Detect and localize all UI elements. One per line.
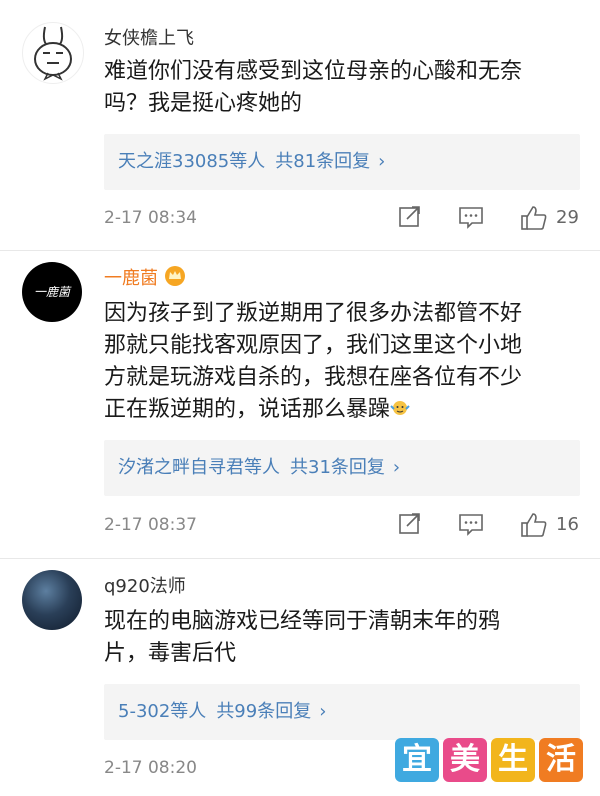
comment-text-line: 片，毒害后代 <box>104 641 237 666</box>
share-icon[interactable] <box>398 511 422 539</box>
comment-meta: 2-17 08:37 16 <box>104 511 584 539</box>
divider <box>0 250 600 251</box>
bunny-face-icon <box>34 26 72 81</box>
watermark-char: 美 <box>443 738 487 782</box>
comment-text-line: 难道你们没有感受到这位母亲的心酸和无奈 <box>104 59 523 84</box>
comment-text: 现在的电脑游戏已经等同于清朝末年的鸦 片，毒害后代 <box>104 606 584 670</box>
like-count: 16 <box>556 514 579 535</box>
reply-count: 共31条回复 <box>290 457 385 478</box>
replies-summary[interactable]: 汐渚之畔自寻君等人 共31条回复 › <box>104 440 580 496</box>
reply-names: 5-302等人 <box>118 701 207 722</box>
watermark-char: 活 <box>539 738 583 782</box>
avatar-q920[interactable] <box>22 570 82 630</box>
crown-icon <box>164 265 186 287</box>
timestamp: 2-17 08:37 <box>104 515 197 535</box>
username[interactable]: 一鹿菌 <box>104 264 186 290</box>
divider <box>0 558 600 559</box>
comment-icon[interactable] <box>458 511 484 539</box>
reply-names: 天之涯33085等人 <box>118 151 266 172</box>
username[interactable]: q920法师 <box>104 572 186 598</box>
replies-summary[interactable]: 天之涯33085等人 共81条回复 › <box>104 134 580 190</box>
shrug-emoji-icon <box>390 396 410 416</box>
comment-text-line: 吗？我是挺心疼她的 <box>104 91 303 116</box>
comment-text-line: 正在叛逆期的，说话那么暴躁 <box>104 394 584 426</box>
comment-text-line: 方就是玩游戏自杀的，我想在座各位有不少 <box>104 365 523 390</box>
comment-text-line: 那就只能找客观原因了，我们这里这个小地 <box>104 333 523 358</box>
comment-1: 女侠檐上飞 难道你们没有感受到这位母亲的心酸和无奈 吗？我是挺心疼她的 天之涯3… <box>0 0 600 248</box>
comment-text: 因为孩子到了叛逆期用了很多办法都管不好 那就只能找客观原因了，我们这里这个小地 … <box>104 298 584 426</box>
chevron-right-icon: › <box>319 701 327 722</box>
like-count: 29 <box>556 207 579 228</box>
avatar-text: 一鹿菌 <box>33 285 70 299</box>
username[interactable]: 女侠檐上飞 <box>104 24 194 50</box>
comment-text: 难道你们没有感受到这位母亲的心酸和无奈 吗？我是挺心疼她的 <box>104 56 584 120</box>
reply-count: 共99条回复 <box>216 701 312 722</box>
replies-summary[interactable]: 5-302等人 共99条回复 › <box>104 684 580 740</box>
avatar-bunny[interactable] <box>22 22 84 84</box>
watermark-char: 生 <box>491 738 535 782</box>
username-text: 一鹿菌 <box>104 268 158 289</box>
comment-text-line: 现在的电脑游戏已经等同于清朝末年的鸦 <box>104 609 501 634</box>
avatar-yiluojun[interactable]: 一鹿菌 <box>22 262 82 322</box>
chevron-right-icon: › <box>378 151 386 172</box>
reply-names: 汐渚之畔自寻君等人 <box>118 457 280 478</box>
timestamp: 2-17 08:34 <box>104 208 197 228</box>
timestamp: 2-17 08:20 <box>104 758 197 778</box>
comment-icon[interactable] <box>458 204 484 232</box>
chevron-right-icon: › <box>392 457 401 478</box>
comment-text-span: 正在叛逆期的，说话那么暴躁 <box>104 397 391 422</box>
thumbs-up-icon[interactable] <box>520 204 548 232</box>
thumbs-up-icon[interactable] <box>520 511 548 539</box>
watermark-char: 宜 <box>395 738 439 782</box>
comment-meta: 2-17 08:34 29 <box>104 204 584 232</box>
share-icon[interactable] <box>398 204 422 232</box>
comment-text-line: 因为孩子到了叛逆期用了很多办法都管不好 <box>104 301 523 326</box>
comment-2: 一鹿菌 一鹿菌 因为孩子到了叛逆期用了很多办法都管不好 那就只能找客观原因了，我… <box>0 252 600 552</box>
reply-count: 共81条回复 <box>275 151 371 172</box>
